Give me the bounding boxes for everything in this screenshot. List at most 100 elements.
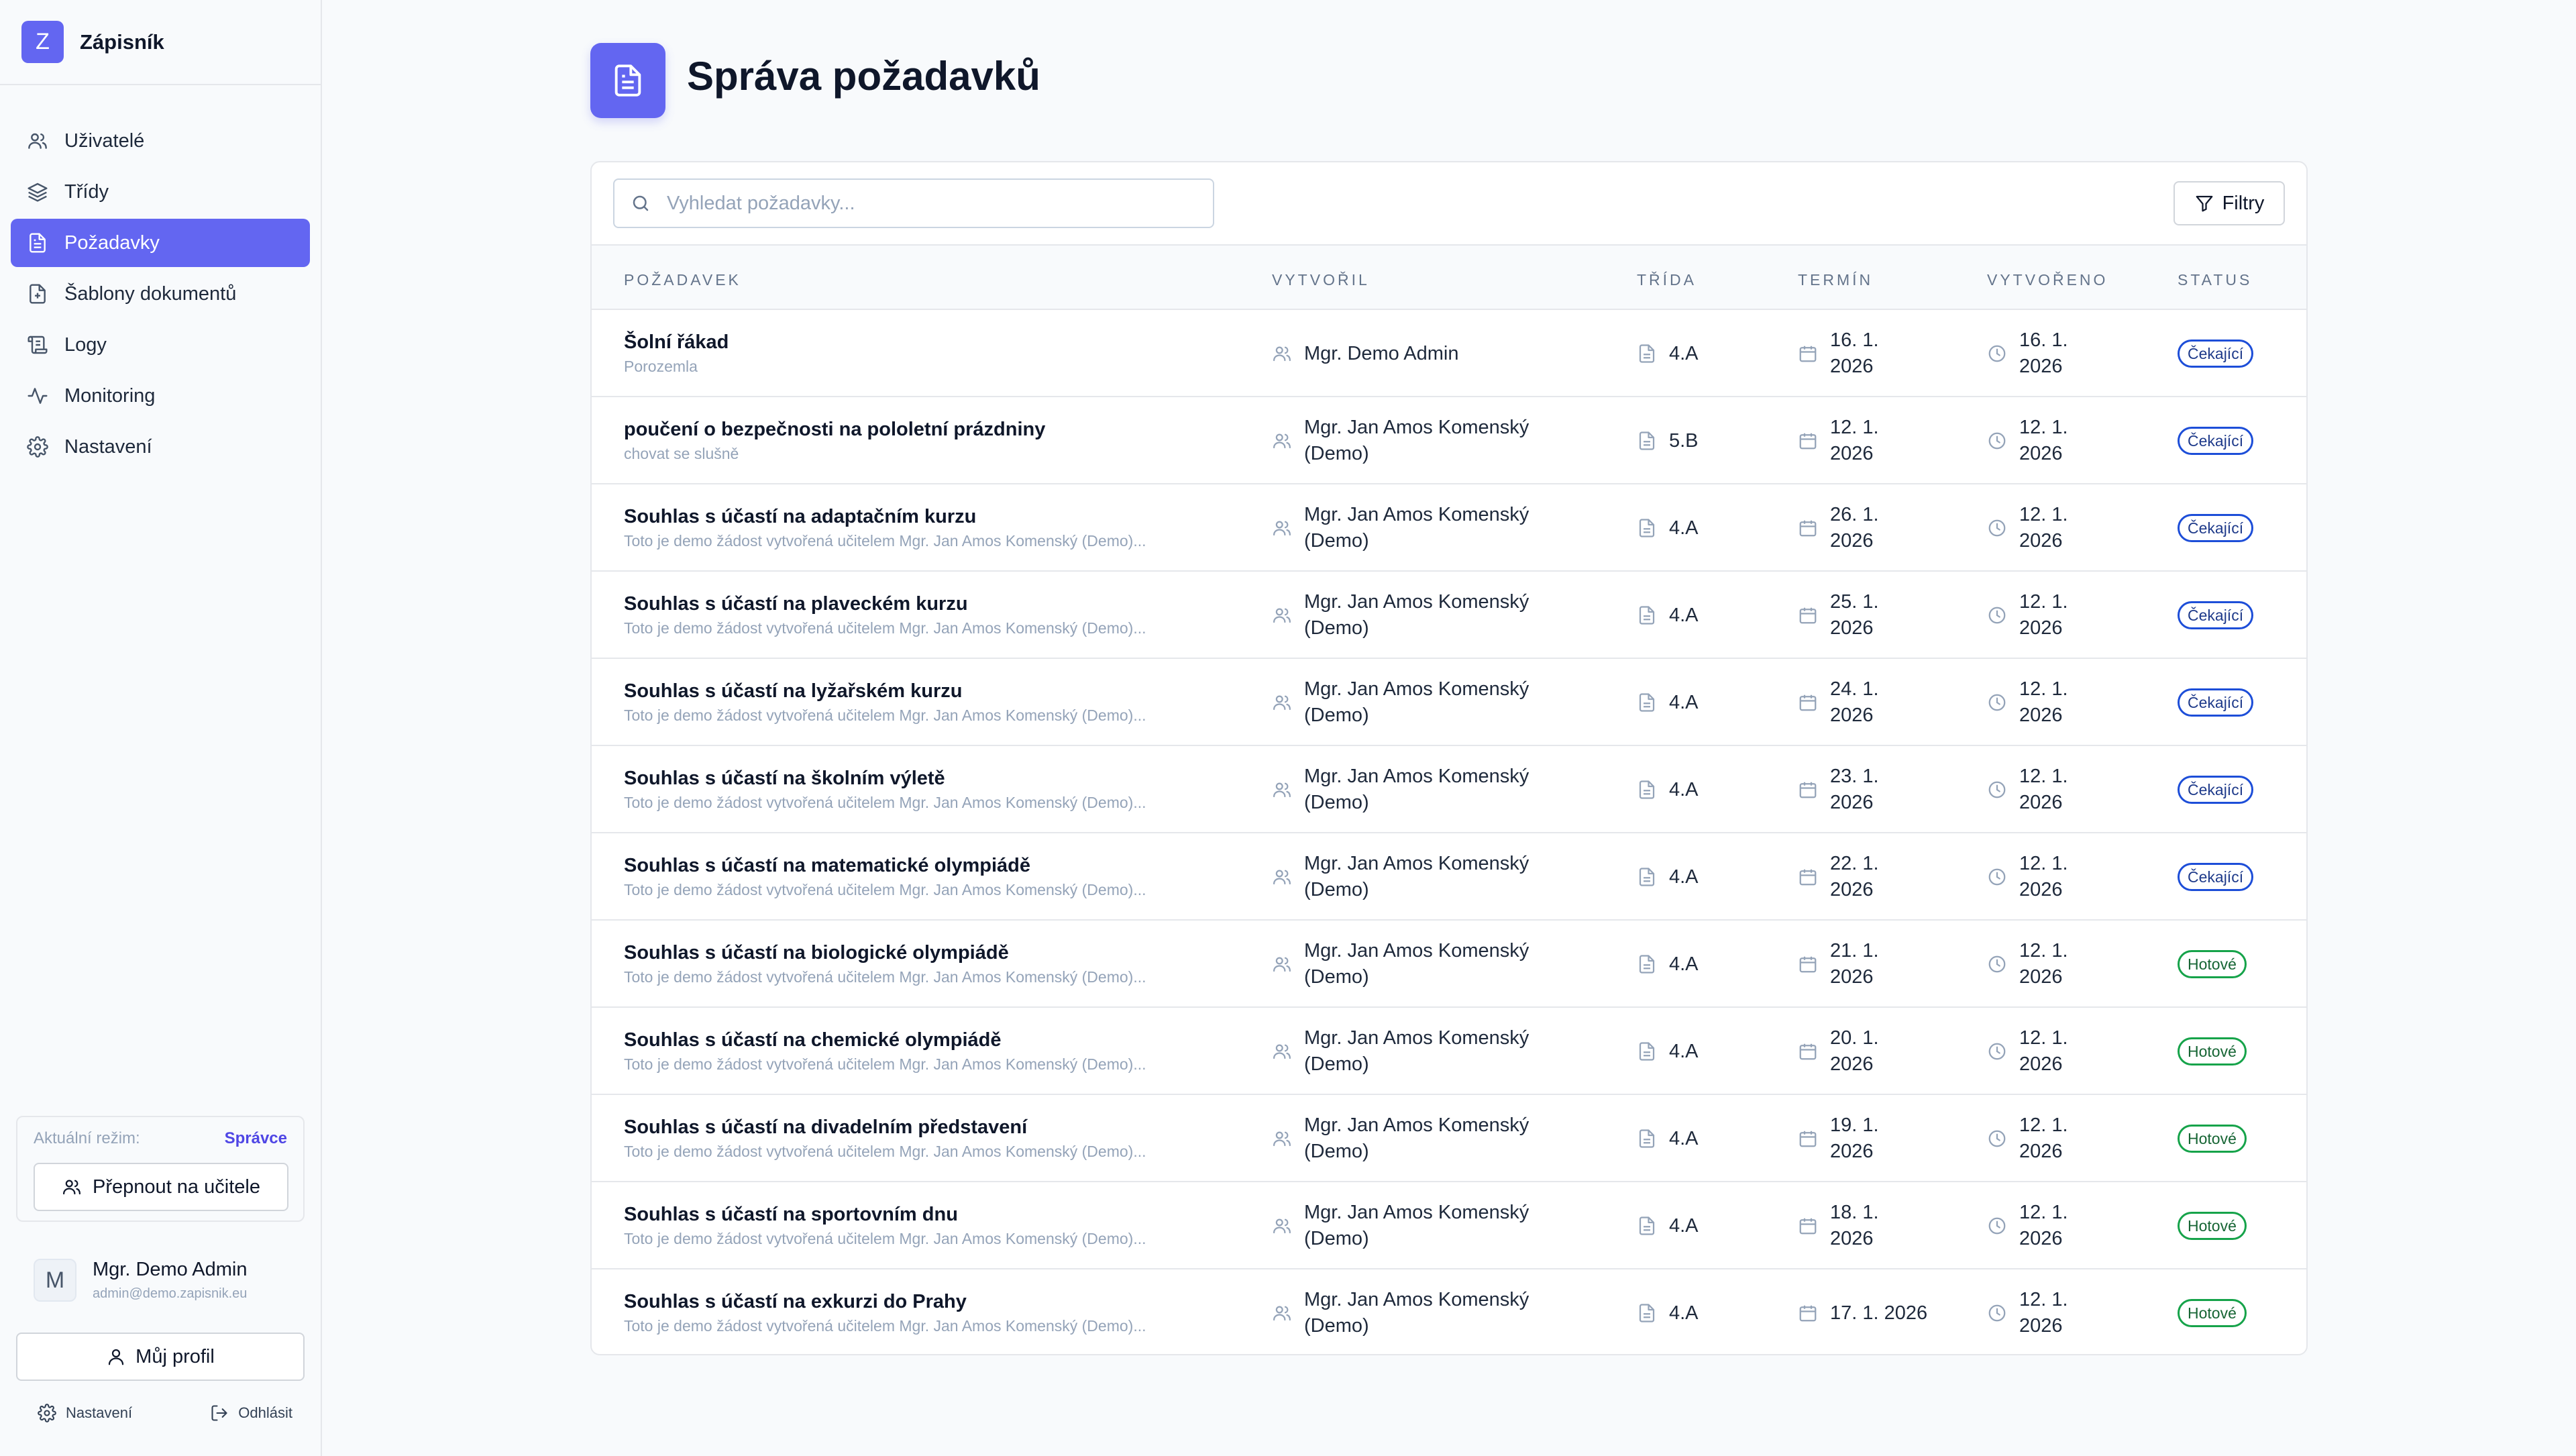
column-header-created[interactable]: VYTVOŘENO xyxy=(1987,271,2108,289)
deadline-date: 18. 1. 2026 xyxy=(1830,1202,1879,1249)
deadline-date: 16. 1. 2026 xyxy=(1830,329,1879,377)
clock-icon xyxy=(1987,1041,2007,1061)
sidebar: Z Zápisník Uživatelé Třídy Požadavky Šab… xyxy=(0,0,322,1456)
table-row[interactable]: Souhlas s účastí na matematické olympiád… xyxy=(592,833,2306,921)
filters-button[interactable]: Filtry xyxy=(2174,181,2285,225)
creator-name: Mgr. Jan Amos Komenský (Demo) xyxy=(1304,678,1529,726)
logout-link-label: Odhlásit xyxy=(238,1404,292,1421)
request-title[interactable]: poučení o bezpečnosti na pololetní prázd… xyxy=(624,419,1045,441)
created-date: 12. 1. 2026 xyxy=(2019,678,2068,726)
sidebar-item-logs[interactable]: Logy xyxy=(11,321,310,369)
sidebar-item-settings[interactable]: Nastavení xyxy=(11,423,310,471)
created-date: 16. 1. 2026 xyxy=(2019,329,2068,377)
table-row[interactable]: Souhlas s účastí na exkurzi do Prahy Tot… xyxy=(592,1269,2306,1354)
users-icon xyxy=(1272,605,1292,625)
column-header-status[interactable]: STATUS xyxy=(2178,271,2252,289)
table-row[interactable]: Souhlas s účastí na sportovním dnu Toto … xyxy=(592,1182,2306,1269)
class-name: 4.A xyxy=(1669,1127,1699,1149)
gear-icon xyxy=(27,436,48,458)
creator-name: Mgr. Jan Amos Komenský (Demo) xyxy=(1304,1289,1529,1337)
settings-link-label: Nastavení xyxy=(66,1404,133,1421)
sidebar-item-users[interactable]: Uživatelé xyxy=(11,117,310,165)
page-title: Správa požadavků xyxy=(687,53,1040,99)
brand[interactable]: Z Zápisník xyxy=(0,0,321,85)
sidebar-item-monitoring[interactable]: Monitoring xyxy=(11,372,310,420)
status-badge: Hotové xyxy=(2178,950,2247,978)
sidebar-item-label: Šablony dokumentů xyxy=(64,282,237,305)
request-title[interactable]: Souhlas s účastí na biologické olympiádě xyxy=(624,942,1146,964)
table-row[interactable]: Souhlas s účastí na biologické olympiádě… xyxy=(592,921,2306,1008)
table-row[interactable]: Souhlas s účastí na divadelním představe… xyxy=(592,1095,2306,1182)
column-header-class[interactable]: TŘÍDA xyxy=(1637,271,1697,289)
status-badge: Hotové xyxy=(2178,1212,2247,1240)
logout-link[interactable]: Odhlásit xyxy=(210,1404,292,1422)
table-row[interactable]: poučení o bezpečnosti na pololetní prázd… xyxy=(592,397,2306,484)
requests-card: Filtry POŽADAVEK VYTVOŘIL TŘÍDA TERMÍN V… xyxy=(590,161,2308,1355)
sidebar-item-classes[interactable]: Třídy xyxy=(11,168,310,216)
request-title[interactable]: Souhlas s účastí na sportovním dnu xyxy=(624,1204,1146,1226)
column-header-deadline[interactable]: TERMÍN xyxy=(1798,271,1873,289)
table-row[interactable]: Souhlas s účastí na školním výletě Toto … xyxy=(592,746,2306,833)
request-title[interactable]: Souhlas s účastí na matematické olympiád… xyxy=(624,855,1146,877)
my-profile-button[interactable]: Můj profil xyxy=(16,1333,305,1381)
switch-to-teacher-button[interactable]: Přepnout na učitele xyxy=(34,1163,288,1211)
deadline-date: 17. 1. 2026 xyxy=(1830,1302,1928,1324)
clock-icon xyxy=(1987,867,2007,887)
status-badge: Hotové xyxy=(2178,1125,2247,1153)
app-name: Zápisník xyxy=(80,30,164,54)
request-title[interactable]: Souhlas s účastí na adaptačním kurzu xyxy=(624,506,1146,528)
clock-icon xyxy=(1987,954,2007,974)
document-icon xyxy=(1637,605,1657,625)
document-icon xyxy=(590,43,665,118)
created-date: 12. 1. 2026 xyxy=(2019,940,2068,988)
creator-name: Mgr. Demo Admin xyxy=(1304,342,1459,364)
app-logo: Z xyxy=(21,21,64,63)
deadline-date: 25. 1. 2026 xyxy=(1830,591,1879,639)
users-icon xyxy=(1272,1303,1292,1323)
avatar: M xyxy=(34,1259,76,1302)
class-name: 4.A xyxy=(1669,517,1699,539)
request-title[interactable]: Souhlas s účastí na školním výletě xyxy=(624,768,1146,790)
creator-name: Mgr. Jan Amos Komenský (Demo) xyxy=(1304,940,1529,988)
document-icon xyxy=(1637,867,1657,887)
request-description: Toto je demo žádost vytvořená učitelem M… xyxy=(624,1055,1146,1073)
request-description: Porozemla xyxy=(624,358,698,375)
clock-icon xyxy=(1987,1129,2007,1149)
deadline-date: 22. 1. 2026 xyxy=(1830,853,1879,900)
document-icon xyxy=(27,232,48,254)
column-header-request[interactable]: POŽADAVEK xyxy=(624,271,741,289)
request-title[interactable]: Souhlas s účastí na exkurzi do Prahy xyxy=(624,1291,1146,1313)
layers-icon xyxy=(27,181,48,203)
user-icon xyxy=(106,1347,126,1367)
request-description: Toto je demo žádost vytvořená učitelem M… xyxy=(624,794,1146,811)
request-title[interactable]: Šolní řákad xyxy=(624,331,729,354)
creator-name: Mgr. Jan Amos Komenský (Demo) xyxy=(1304,417,1529,464)
sidebar-item-templates[interactable]: Šablony dokumentů xyxy=(11,270,310,318)
sidebar-item-label: Monitoring xyxy=(64,384,156,407)
search-input[interactable] xyxy=(667,192,1190,215)
gear-icon xyxy=(38,1404,56,1422)
table-row[interactable]: Souhlas s účastí na chemické olympiádě T… xyxy=(592,1008,2306,1095)
request-title[interactable]: Souhlas s účastí na divadelním představe… xyxy=(624,1116,1146,1139)
search-box xyxy=(613,178,1214,228)
table-row[interactable]: Souhlas s účastí na lyžařském kurzu Toto… xyxy=(592,659,2306,746)
table-row[interactable]: Souhlas s účastí na plaveckém kurzu Toto… xyxy=(592,572,2306,659)
class-name: 4.A xyxy=(1669,778,1699,800)
table-row[interactable]: Šolní řákad Porozemla Mgr. Demo Admin 4.… xyxy=(592,310,2306,397)
class-name: 4.A xyxy=(1669,1302,1699,1324)
table-row[interactable]: Souhlas s účastí na adaptačním kurzu Tot… xyxy=(592,484,2306,572)
request-title[interactable]: Souhlas s účastí na chemické olympiádě xyxy=(624,1029,1146,1051)
created-date: 12. 1. 2026 xyxy=(2019,591,2068,639)
settings-link[interactable]: Nastavení xyxy=(38,1404,132,1422)
sidebar-item-label: Třídy xyxy=(64,180,109,203)
class-name: 4.A xyxy=(1669,953,1699,975)
creator-name: Mgr. Jan Amos Komenský (Demo) xyxy=(1304,766,1529,813)
request-title[interactable]: Souhlas s účastí na lyžařském kurzu xyxy=(624,680,1146,703)
users-icon xyxy=(62,1177,82,1197)
column-header-creator[interactable]: VYTVOŘIL xyxy=(1272,271,1370,289)
request-description: Toto je demo žádost vytvořená učitelem M… xyxy=(624,619,1146,637)
document-icon xyxy=(1637,954,1657,974)
sidebar-item-requests[interactable]: Požadavky xyxy=(11,219,310,267)
request-title[interactable]: Souhlas s účastí na plaveckém kurzu xyxy=(624,593,1146,615)
request-description: Toto je demo žádost vytvořená učitelem M… xyxy=(624,968,1146,986)
